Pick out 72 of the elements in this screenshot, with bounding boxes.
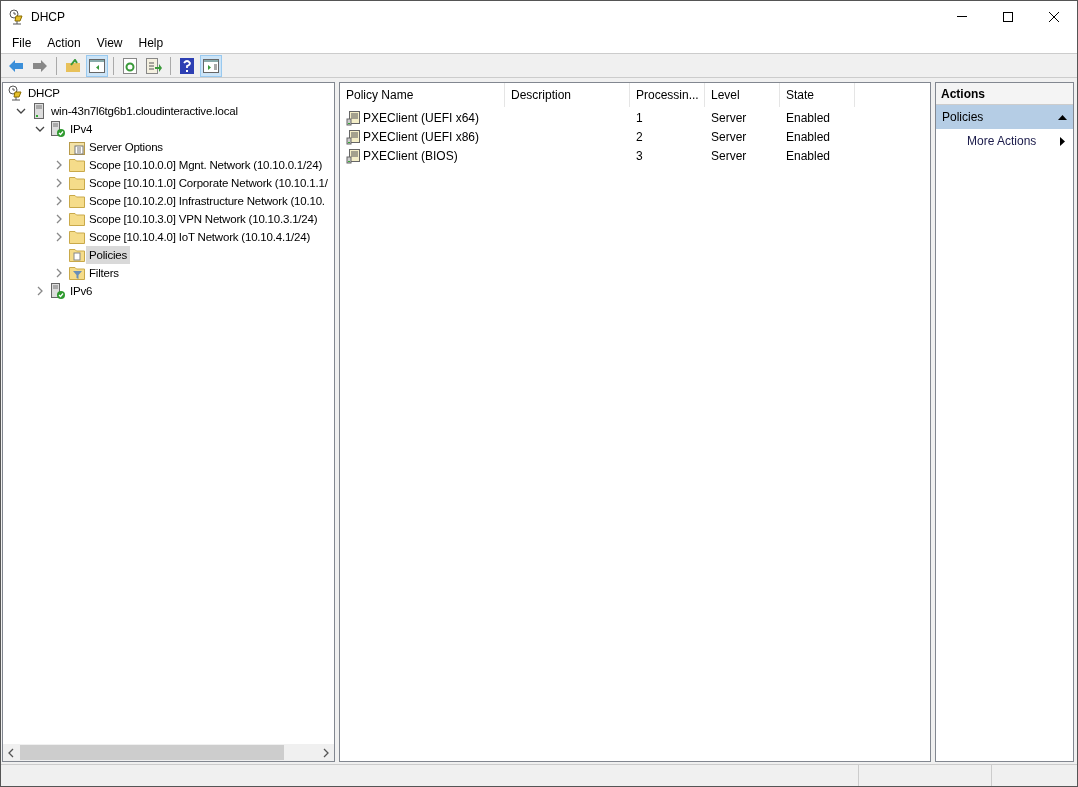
- action-pane-icon: [203, 58, 219, 73]
- help-icon: [180, 57, 194, 74]
- table-cell-text: PXEClient (BIOS): [363, 147, 458, 165]
- tree-item[interactable]: Scope [10.10.4.0] IoT Network (10.10.4.1/24): [86, 228, 314, 246]
- folder-up-icon: [65, 58, 81, 73]
- table-cell: Server: [711, 110, 747, 125]
- column-header[interactable]: Policy Name: [340, 83, 505, 107]
- console-tree-icon: [89, 58, 105, 73]
- policy-icon: [346, 109, 362, 126]
- table-cell: 2: [636, 129, 643, 144]
- folder-icon: [69, 176, 85, 190]
- table-cell: Enabled: [786, 129, 831, 144]
- tree-item[interactable]: IPv6: [67, 282, 96, 300]
- toolbar-button[interactable]: [86, 54, 108, 77]
- tree-item[interactable]: Scope [10.10.1.0] Corporate Network (10.10.1.1/: [86, 174, 331, 192]
- tree-item[interactable]: Server Options: [86, 138, 166, 156]
- forward-arrow-icon: [32, 58, 48, 73]
- tree-item[interactable]: DHCP: [25, 84, 63, 102]
- dhcp-server-icon: [9, 8, 25, 25]
- policy-icon: [346, 128, 362, 145]
- table-cell: Server: [711, 129, 747, 144]
- folder-icon: [69, 230, 85, 244]
- column-header[interactable]: Description: [505, 83, 630, 107]
- scrollbar-thumb[interactable]: [20, 745, 284, 760]
- table-cell-text: PXEClient (UEFI x86): [363, 128, 480, 146]
- horizontal-scrollbar[interactable]: [3, 744, 334, 761]
- table-cell: 1: [636, 110, 643, 125]
- tree-item[interactable]: IPv4: [67, 120, 96, 138]
- server-check-icon: [51, 283, 65, 299]
- menu-item[interactable]: View: [88, 33, 131, 52]
- table-cell: Server: [711, 148, 747, 163]
- options-folder-icon: [69, 139, 85, 155]
- actions-header: Actions: [936, 83, 1073, 105]
- column-header[interactable]: Processin...: [630, 83, 705, 107]
- export-list-icon: [146, 57, 162, 74]
- folder-icon: [69, 158, 85, 172]
- maximize-icon: [1003, 11, 1013, 22]
- action-link[interactable]: More Actions: [967, 132, 1037, 150]
- menu-item[interactable]: File: [4, 33, 40, 52]
- tree-item[interactable]: Policies: [86, 246, 131, 264]
- column-header[interactable]: State: [780, 83, 855, 107]
- folder-icon: [69, 194, 85, 208]
- tree-item[interactable]: Scope [10.10.2.0] Infrastructure Network (10.10.: [86, 192, 328, 210]
- table-cell: Enabled: [786, 148, 831, 163]
- back-arrow-icon: [8, 58, 24, 73]
- server-check-icon: [51, 121, 65, 137]
- menu-item[interactable]: Action: [39, 33, 89, 52]
- submenu-arrow-icon: [1060, 136, 1065, 146]
- server-icon: [34, 103, 44, 119]
- minimize-icon: [957, 16, 967, 17]
- tree-item[interactable]: win-43n7l6tg6b1.cloudinteractive.local: [48, 102, 241, 120]
- tree-item[interactable]: Filters: [86, 264, 122, 282]
- dhcp-server-icon: [8, 85, 24, 101]
- policy-icon: [346, 147, 362, 164]
- table-cell-text: PXEClient (UEFI x64): [363, 109, 480, 127]
- column-header[interactable]: Level: [705, 83, 780, 107]
- toolbar-button[interactable]: [200, 54, 222, 77]
- table-cell: Enabled: [786, 110, 831, 125]
- collapse-triangle-icon: [1058, 114, 1067, 120]
- folder-icon: [69, 212, 85, 226]
- policy-folder-icon: [69, 248, 85, 262]
- actions-section[interactable]: Policies: [936, 105, 1073, 129]
- filter-folder-icon: [69, 266, 85, 280]
- table-cell: 3: [636, 148, 643, 163]
- tree-item[interactable]: Scope [10.10.3.0] VPN Network (10.10.3.1/24): [86, 210, 321, 228]
- collapse-chevron-icon[interactable]: [34, 124, 45, 134]
- menu-item[interactable]: Help: [130, 33, 172, 52]
- collapse-chevron-icon[interactable]: [15, 106, 26, 116]
- tree-item[interactable]: Scope [10.10.0.0] Mgnt. Network (10.10.0.1/24): [86, 156, 326, 174]
- window-title: DHCP: [31, 8, 65, 26]
- refresh-icon: [123, 57, 137, 74]
- close-icon: [1049, 11, 1059, 22]
